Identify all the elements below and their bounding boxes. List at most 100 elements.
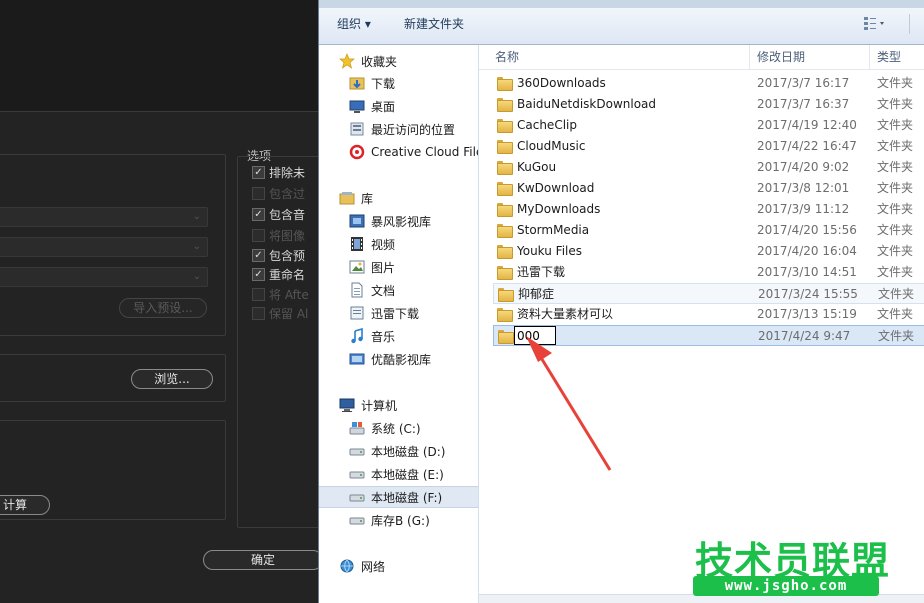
table-row[interactable]: StormMedia 2017/4/20 15:56 文件夹 — [493, 220, 924, 241]
checkbox-include-audio[interactable]: ✓ 包含音 — [252, 205, 320, 223]
table-row[interactable]: BaiduNetdiskDownload 2017/3/7 16:37 文件夹 — [493, 94, 924, 115]
table-row[interactable]: Youku Files 2017/4/20 16:04 文件夹 — [493, 241, 924, 262]
table-row[interactable]: 抑郁症 2017/3/24 15:55 文件夹 — [493, 283, 924, 304]
column-date-modified[interactable]: 修改日期 — [757, 45, 805, 70]
table-row[interactable]: MyDownloads 2017/3/9 11:12 文件夹 — [493, 199, 924, 220]
nav-creative-cloud[interactable]: Creative Cloud Files — [319, 141, 479, 163]
column-header-row: ^ 名称 修改日期 类型 — [479, 45, 924, 70]
nav-label: 库存B (G:) — [371, 513, 430, 528]
new-folder-button[interactable]: 新建文件夹 — [404, 14, 464, 34]
checkbox-checked-icon: ✓ — [252, 248, 265, 262]
browse-button[interactable]: 浏览... — [131, 369, 213, 389]
nav-pictures[interactable]: 图片 — [319, 256, 478, 278]
dropdown-2[interactable]: ⌄ — [0, 237, 208, 257]
nav-videos[interactable]: 视频 — [319, 233, 478, 255]
hard-drive-icon — [349, 512, 365, 528]
nav-drive-f[interactable]: 本地磁盘 (F:) — [319, 486, 478, 508]
nav-label: 网络 — [361, 559, 386, 574]
nav-network[interactable]: 网络 — [319, 555, 478, 577]
file-name: KwDownload — [517, 181, 595, 195]
checkbox-exclude[interactable]: ✓ 排除未 — [252, 163, 320, 181]
table-row[interactable]: CloudMusic 2017/4/22 16:47 文件夹 — [493, 136, 924, 157]
file-date: 2017/4/20 15:56 — [757, 223, 857, 237]
checkbox-include-preview[interactable]: ✓ 包含预 — [252, 246, 320, 264]
desktop-icon — [349, 98, 365, 114]
table-row-selected[interactable]: 2017/4/24 9:47 文件夹 — [493, 325, 924, 346]
dropdown-1[interactable]: ⌄ — [0, 207, 208, 227]
nav-libraries[interactable]: 库 — [319, 187, 478, 209]
nav-favorites[interactable]: 收藏夹 — [319, 50, 478, 72]
nav-xunlei-downloads[interactable]: 迅雷下载 — [319, 302, 478, 324]
checkbox-include-excess[interactable]: ✓ 包含过 — [252, 184, 320, 202]
table-row[interactable]: KuGou 2017/4/20 9:02 文件夹 — [493, 157, 924, 178]
nav-music[interactable]: 音乐 — [319, 325, 478, 347]
table-row[interactable]: CacheClip 2017/4/19 12:40 文件夹 — [493, 115, 924, 136]
file-date: 2017/3/9 11:12 — [757, 202, 850, 216]
nav-drive-e[interactable]: 本地磁盘 (E:) — [319, 463, 478, 485]
file-name: 抑郁症 — [518, 287, 555, 301]
nav-label: 桌面 — [371, 99, 396, 114]
nav-recent-places[interactable]: 最近访问的位置 — [319, 118, 478, 140]
table-row[interactable]: KwDownload 2017/3/8 12:01 文件夹 — [493, 178, 924, 199]
file-name: KuGou — [517, 160, 557, 174]
checkbox-keep-alpha[interactable]: ✓ 保留 Al — [252, 304, 320, 322]
nav-drive-d[interactable]: 本地磁盘 (D:) — [319, 440, 478, 462]
nav-computer[interactable]: 计算机 — [319, 394, 478, 416]
column-type[interactable]: 类型 — [877, 45, 901, 70]
checkbox-label: 重命名 — [269, 267, 306, 282]
nav-label: 下载 — [371, 76, 396, 91]
file-name: CloudMusic — [517, 139, 586, 153]
folder-icon — [497, 119, 513, 133]
chevron-down-icon: ⌄ — [192, 271, 201, 282]
import-preset-button[interactable]: 导入预设... — [119, 298, 207, 318]
view-list-icon — [864, 17, 884, 30]
checkbox-rename[interactable]: ✓ 重命名 — [252, 265, 320, 283]
file-name: 迅雷下载 — [517, 265, 566, 279]
music-note-icon — [349, 327, 365, 344]
nav-documents[interactable]: 文档 — [319, 279, 478, 301]
column-divider[interactable] — [749, 45, 750, 70]
table-row[interactable]: 360Downloads 2017/3/7 16:17 文件夹 — [493, 73, 924, 94]
nav-label: 迅雷下载 — [371, 306, 420, 321]
site-watermark: 技术员联盟 www.jsgho.com — [690, 530, 890, 600]
organize-button[interactable]: 组织 ▾ — [337, 14, 371, 34]
recent-places-icon — [349, 121, 365, 137]
checkbox-label: 包含预 — [269, 248, 306, 263]
view-options-icon[interactable] — [863, 16, 889, 32]
nav-label: Creative Cloud Files — [371, 145, 479, 159]
folder-icon — [497, 98, 513, 112]
navigation-pane: 收藏夹 下载 桌面 最近访问的位置 Creative Cloud Files 库… — [319, 45, 479, 603]
nav-label: 视频 — [371, 237, 396, 252]
calculate-button[interactable]: 计算 — [0, 495, 50, 515]
column-name[interactable]: 名称 — [495, 45, 519, 70]
ok-button[interactable]: 确定 — [203, 550, 323, 570]
nav-label: 计算机 — [361, 398, 398, 413]
file-date: 2017/3/13 15:19 — [757, 307, 857, 321]
table-row[interactable]: 迅雷下载 2017/3/10 14:51 文件夹 — [493, 262, 924, 283]
watermark-url: www.jsgho.com — [693, 576, 879, 596]
folder-icon — [497, 308, 513, 322]
file-date: 2017/3/24 15:55 — [758, 287, 858, 301]
nav-label: 本地磁盘 (F:) — [371, 490, 443, 505]
checkbox-image[interactable]: ✓ 将图像 — [252, 226, 320, 244]
background-app-header — [0, 0, 320, 112]
nav-label: 文档 — [371, 283, 396, 298]
nav-drive-c[interactable]: 系统 (C:) — [319, 417, 478, 439]
checkbox-label: 将图像 — [269, 228, 306, 243]
nav-youku-library[interactable]: 优酷影视库 — [319, 348, 478, 370]
nav-drive-g[interactable]: 库存B (G:) — [319, 509, 478, 531]
table-row[interactable]: 资料大量素材可以 2017/3/13 15:19 文件夹 — [493, 304, 924, 325]
checkbox-after-effects[interactable]: ✓ 将 Afte — [252, 285, 320, 303]
file-date: 2017/4/22 16:47 — [757, 139, 857, 153]
column-divider[interactable] — [869, 45, 870, 70]
dropdown-3[interactable]: ⌄ — [0, 267, 208, 287]
sort-ascending-icon: ^ — [617, 45, 625, 52]
video-library-icon — [349, 351, 365, 367]
background-app-window: ⌄ ⌄ ⌄ 导入预设... 浏览... 计算 选项 ✓ 排除未 ✓ 包含过 ✓ … — [0, 0, 327, 603]
rename-input[interactable] — [514, 326, 556, 345]
nav-downloads[interactable]: 下载 — [319, 72, 478, 94]
nav-desktop[interactable]: 桌面 — [319, 95, 478, 117]
star-icon — [339, 53, 355, 69]
file-type: 文件夹 — [877, 139, 914, 153]
nav-storm-library[interactable]: 暴风影视库 — [319, 210, 478, 232]
